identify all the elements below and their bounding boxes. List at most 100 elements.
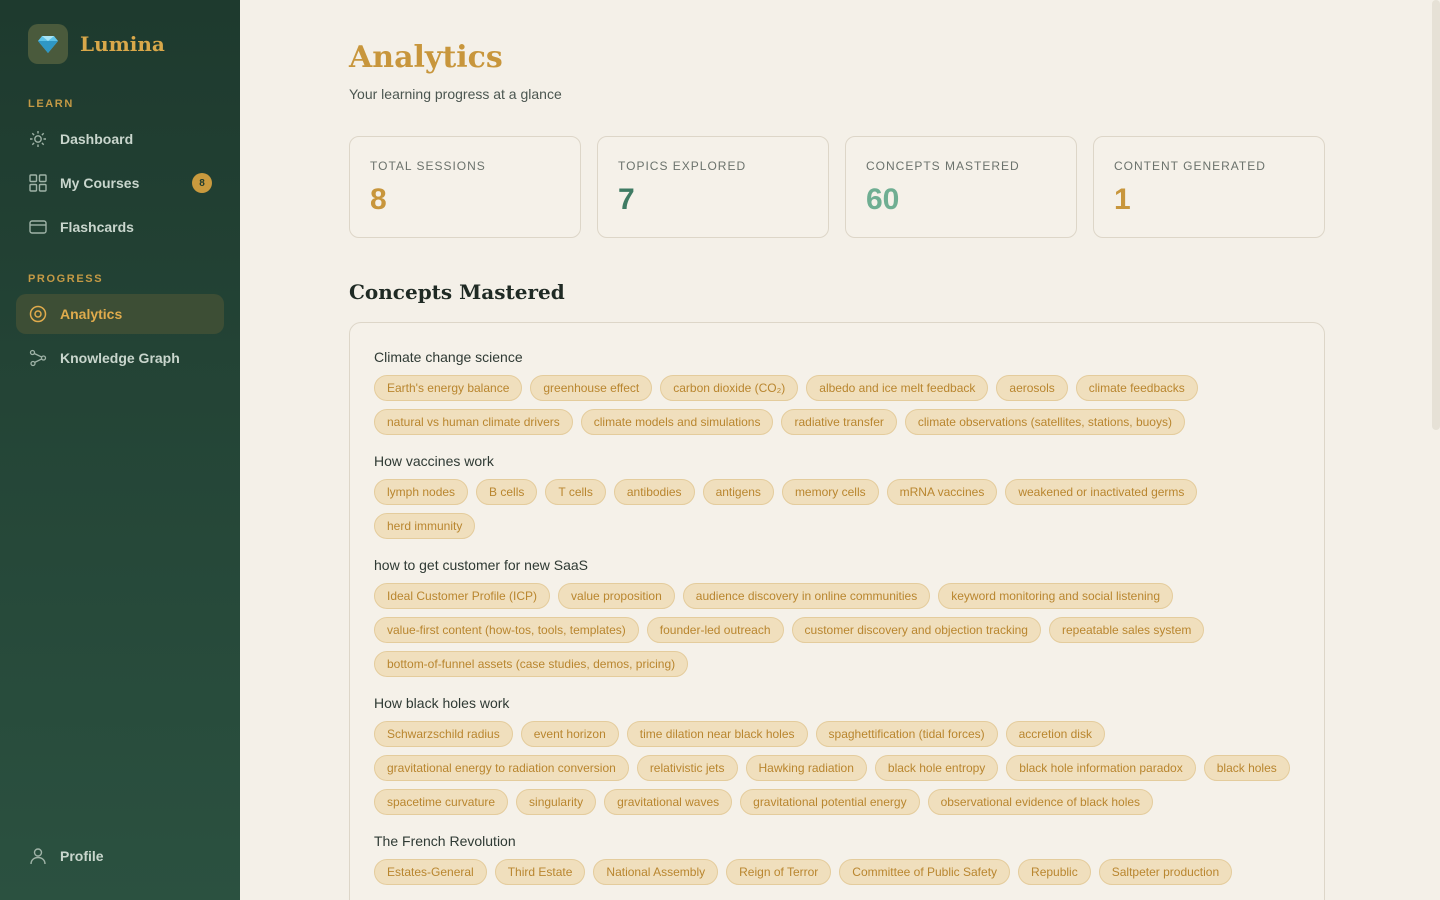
concept-tag[interactable]: Republic	[1018, 859, 1091, 885]
concept-tag[interactable]: accretion disk	[1005, 721, 1105, 747]
concept-group-title: How vaccines work	[374, 453, 494, 469]
concept-tag-list: Estates-General Third Estate National Asse…	[374, 859, 1300, 893]
concept-tag[interactable]: natural vs human climate drivers	[374, 409, 573, 435]
stat-label: TOPICS EXPLORED	[618, 159, 747, 173]
graph-icon	[28, 348, 48, 368]
concepts-panel: Climate change science Earth's energy bal…	[349, 322, 1325, 900]
concept-group-title: How black holes work	[374, 695, 510, 711]
target-icon	[28, 304, 48, 324]
concept-tag[interactable]: Earth's energy balance	[374, 375, 523, 401]
concept-tag[interactable]: spaghettification (tidal forces)	[815, 721, 998, 747]
concept-tag[interactable]: bottom-of-funnel assets (case studies, d…	[374, 651, 689, 677]
concept-tag-list: Ideal Customer Profile (ICP) value propos…	[374, 583, 1300, 685]
section-label-progress: PROGRESS	[28, 273, 104, 285]
concept-tag[interactable]: black hole entropy	[874, 755, 999, 781]
brand[interactable]: Lumina	[28, 24, 165, 64]
stat-card-content-generated: CONTENT GENERATED 1	[1093, 136, 1325, 238]
concept-tag[interactable]: lymph nodes	[374, 479, 469, 505]
concept-tag[interactable]: value proposition	[558, 583, 675, 609]
sidebar-item-dashboard[interactable]: Dashboard	[16, 119, 224, 159]
concept-tag[interactable]: black hole information paradox	[1006, 755, 1196, 781]
concept-tag[interactable]: albedo and ice melt feedback	[806, 375, 989, 401]
page-subtitle: Your learning progress at a glance	[349, 86, 562, 102]
sidebar-item-label: Dashboard	[60, 131, 134, 147]
sidebar-item-profile[interactable]: Profile	[16, 836, 224, 876]
concept-tag[interactable]: B cells	[476, 479, 538, 505]
concept-tag[interactable]: herd immunity	[374, 513, 476, 539]
stat-label: CONTENT GENERATED	[1114, 159, 1266, 173]
concept-group-title: Climate change science	[374, 349, 523, 365]
concept-tag[interactable]: Hawking radiation	[745, 755, 867, 781]
concept-tag[interactable]: observational evidence of black holes	[927, 789, 1154, 815]
concept-tag[interactable]: relativistic jets	[636, 755, 738, 781]
concept-tag[interactable]: memory cells	[781, 479, 879, 505]
sun-icon	[28, 129, 48, 149]
grid-icon	[28, 173, 48, 193]
concept-tag[interactable]: climate feedbacks	[1075, 375, 1198, 401]
sidebar-item-knowledge-graph[interactable]: Knowledge Graph	[16, 338, 224, 378]
section-label-learn: LEARN	[28, 98, 74, 110]
concept-tag[interactable]: antigens	[702, 479, 774, 505]
concept-tag[interactable]: customer discovery and objection trackin…	[791, 617, 1041, 643]
sidebar-item-label: My Courses	[60, 175, 140, 191]
sidebar-item-my-courses[interactable]: My Courses 8	[16, 163, 224, 203]
gem-logo-icon	[28, 24, 68, 64]
sidebar-item-label: Knowledge Graph	[60, 350, 180, 366]
concept-tag[interactable]: weakened or inactivated germs	[1005, 479, 1198, 505]
concept-tag[interactable]: event horizon	[520, 721, 619, 747]
page-title: Analytics	[349, 40, 503, 75]
concept-group: How vaccines work lymph nodes B cells T cel…	[374, 453, 1300, 547]
concept-tag[interactable]: singularity	[516, 789, 597, 815]
concept-tag-list: Schwarzschild radius event horizon time di…	[374, 721, 1300, 823]
concept-tag[interactable]: spacetime curvature	[374, 789, 509, 815]
concept-tag[interactable]: Schwarzschild radius	[374, 721, 513, 747]
app-name: Lumina	[80, 32, 165, 56]
concept-tag-list: lymph nodes B cells T cells antibodies antig…	[374, 479, 1300, 547]
stat-card-concepts-mastered: CONCEPTS MASTERED 60	[845, 136, 1077, 238]
concept-tag[interactable]: Ideal Customer Profile (ICP)	[374, 583, 551, 609]
concept-tag[interactable]: climate observations (satellites, statio…	[904, 409, 1185, 435]
concept-tag[interactable]: Estates-General	[374, 859, 487, 885]
concept-tag[interactable]: repeatable sales system	[1048, 617, 1205, 643]
concept-tag[interactable]: radiative transfer	[781, 409, 897, 435]
concept-tag[interactable]: mRNA vaccines	[886, 479, 998, 505]
concept-tag[interactable]: greenhouse effect	[530, 375, 653, 401]
sidebar-item-flashcards[interactable]: Flashcards	[16, 207, 224, 247]
concept-tag[interactable]: gravitational energy to radiation conver…	[374, 755, 629, 781]
concept-tag[interactable]: T cells	[545, 479, 606, 505]
concept-tag[interactable]: Reign of Terror	[726, 859, 832, 885]
page-scrollbar[interactable]	[1432, 0, 1440, 430]
stat-label: TOTAL SESSIONS	[370, 159, 486, 173]
sidebar-item-label: Analytics	[60, 306, 123, 322]
concept-tag[interactable]: keyword monitoring and social listening	[938, 583, 1174, 609]
concept-tag[interactable]: Third Estate	[494, 859, 586, 885]
stat-value: 7	[618, 183, 635, 216]
sidebar-item-analytics[interactable]: Analytics	[16, 294, 224, 334]
stat-card-topics-explored: TOPICS EXPLORED 7	[597, 136, 829, 238]
concept-tag[interactable]: Committee of Public Safety	[839, 859, 1011, 885]
course-count-badge: 8	[192, 173, 212, 193]
concept-tag[interactable]: gravitational potential energy	[740, 789, 920, 815]
concept-tag[interactable]: value-first content (how-tos, tools, tem…	[374, 617, 639, 643]
main-content: Analytics Your learning progress at a gl…	[240, 0, 1440, 900]
concept-group-title: how to get customer for new SaaS	[374, 557, 588, 573]
concept-tag[interactable]: audience discovery in online communities	[682, 583, 931, 609]
concept-tag[interactable]: black holes	[1203, 755, 1290, 781]
section-title-concepts: Concepts Mastered	[349, 280, 565, 304]
concept-tag[interactable]: gravitational waves	[604, 789, 733, 815]
concept-tag[interactable]: founder-led outreach	[646, 617, 784, 643]
stat-value: 8	[370, 183, 387, 216]
card-icon	[28, 217, 48, 237]
concept-tag[interactable]: time dilation near black holes	[626, 721, 808, 747]
stat-label: CONCEPTS MASTERED	[866, 159, 1020, 173]
stat-card-total-sessions: TOTAL SESSIONS 8	[349, 136, 581, 238]
concept-group: The French Revolution Estates-General Thir…	[374, 833, 1300, 893]
concept-group: How black holes work Schwarzschild radius…	[374, 695, 1300, 823]
concept-tag[interactable]: climate models and simulations	[580, 409, 774, 435]
concept-group: Climate change science Earth's energy bal…	[374, 349, 1300, 443]
concept-tag[interactable]: aerosols	[996, 375, 1068, 401]
concept-tag[interactable]: antibodies	[613, 479, 695, 505]
concept-tag[interactable]: carbon dioxide (CO₂)	[660, 375, 799, 401]
concept-tag[interactable]: National Assembly	[593, 859, 719, 885]
concept-tag[interactable]: Saltpeter production	[1098, 859, 1233, 885]
